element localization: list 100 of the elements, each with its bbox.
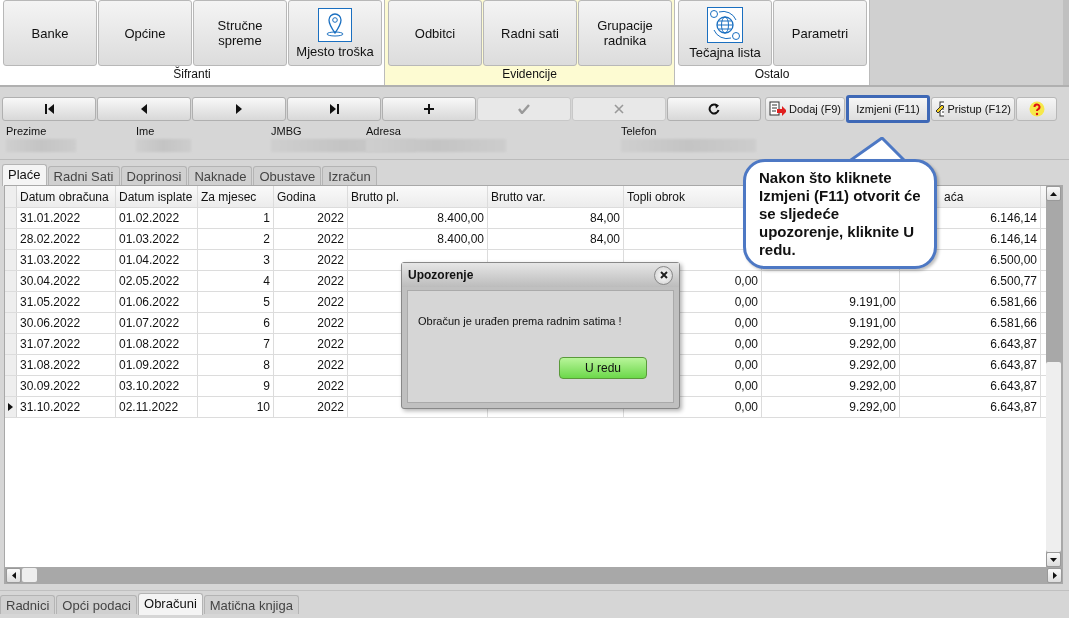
table-cell: 02.05.2022 — [119, 274, 180, 288]
table-cell: 2022 — [317, 295, 344, 309]
table-cell: 9.292,00 — [849, 379, 896, 393]
table-cell: 01.09.2022 — [119, 358, 180, 372]
table-cell: 6.581,66 — [990, 316, 1037, 330]
table-cell: 5 — [263, 295, 270, 309]
table-cell: 6 — [263, 316, 270, 330]
group-label: Ostalo — [753, 66, 791, 81]
action-button[interactable]: Dodaj (F9) — [765, 97, 845, 121]
scroll-thumb[interactable] — [1046, 362, 1061, 552]
tab[interactable]: Matična knjiga — [203, 595, 299, 614]
table-cell: 0,00 — [734, 358, 758, 372]
table-cell: 0,00 — [734, 400, 758, 414]
column-header[interactable]: Brutto var. — [491, 189, 546, 204]
table-cell: 01.04.2022 — [119, 253, 180, 267]
table-cell: 2022 — [317, 232, 344, 246]
field-label: Ime — [136, 125, 156, 137]
first-button[interactable] — [2, 97, 96, 121]
column-header[interactable]: Godina — [277, 189, 316, 204]
table-cell: 6.643,87 — [990, 379, 1037, 393]
table-cell: 6.643,87 — [990, 358, 1037, 372]
table-cell: 84,00 — [589, 232, 620, 246]
field-label: JMBG — [271, 125, 303, 137]
table-cell: 01.03.2022 — [119, 232, 180, 246]
table-cell: 1 — [263, 211, 270, 225]
table-cell: 84,00 — [589, 211, 620, 225]
table-cell: 01.02.2022 — [119, 211, 180, 225]
tab[interactable]: Doprinosi — [120, 166, 188, 185]
scroll-thumb[interactable] — [22, 568, 37, 582]
table-cell: 2022 — [317, 358, 344, 372]
ok-button[interactable]: U redu — [559, 357, 647, 379]
help-button[interactable] — [1016, 97, 1057, 121]
table-cell: 01.07.2022 — [119, 316, 180, 330]
ribbon-button[interactable]: Parametri — [773, 0, 867, 66]
table-cell: 6.500,00 — [990, 253, 1037, 267]
tab[interactable]: Naknade — [188, 166, 253, 185]
ribbon-button[interactable]: Mjesto troška — [288, 0, 382, 66]
scroll-left-icon — [11, 571, 16, 579]
horizontal-scrollbar[interactable] — [5, 567, 1062, 583]
tab[interactable]: Opći podaci — [56, 595, 137, 614]
table-cell: 9.292,00 — [849, 400, 896, 414]
tab[interactable]: Radni Sati — [47, 166, 120, 185]
table-cell: 2022 — [317, 337, 344, 351]
table-cell: 8.400,00 — [437, 211, 484, 225]
table-cell: 8.400,00 — [437, 232, 484, 246]
column-header[interactable]: Za mjesec — [201, 189, 257, 204]
column-header[interactable]: aća — [944, 189, 964, 204]
table-cell: 9.191,00 — [849, 316, 896, 330]
table-cell: 30.09.2022 — [20, 379, 81, 393]
ribbon-button[interactable]: Odbitci — [388, 0, 482, 66]
table-cell: 6.581,66 — [990, 295, 1037, 309]
table-cell: 2022 — [317, 274, 344, 288]
tab[interactable]: Obustave — [253, 166, 322, 185]
scroll-up-icon — [1050, 191, 1057, 196]
tab[interactable]: Radnici — [0, 595, 56, 614]
refresh-icon — [708, 103, 720, 115]
column-header[interactable]: Datum obračuna — [20, 189, 109, 204]
globe-exchange-icon — [707, 6, 743, 43]
column-header[interactable]: Datum isplate — [119, 189, 193, 204]
tab[interactable]: Izračun — [322, 166, 377, 185]
ribbon-button[interactable]: Grupacije radnika — [578, 0, 672, 66]
action-button[interactable]: Izmjeni (F11) — [846, 95, 930, 123]
table-cell: 0,00 — [734, 316, 758, 330]
table-cell: 02.11.2022 — [119, 400, 179, 414]
last-record-icon — [329, 104, 339, 114]
group-label: Šifranti — [172, 66, 212, 81]
current-row-icon — [8, 403, 13, 411]
table-cell: 6.643,87 — [990, 337, 1037, 351]
table-cell: 3 — [263, 253, 270, 267]
table-cell: 9 — [263, 379, 270, 393]
table-cell: 2022 — [317, 211, 344, 225]
last-button[interactable] — [287, 97, 381, 121]
table-cell: 31.01.2022 — [20, 211, 81, 225]
ribbon-button[interactable]: Banke — [3, 0, 97, 66]
table-cell: 6.146,14 — [990, 211, 1037, 225]
table-cell: 30.04.2022 — [20, 274, 81, 288]
table-cell: 2022 — [317, 400, 344, 414]
close-button[interactable] — [654, 265, 673, 285]
table-cell: 31.03.2022 — [20, 253, 81, 267]
refresh-button[interactable] — [667, 97, 761, 121]
table-cell: 6.500,77 — [990, 274, 1037, 288]
table-cell: 0,00 — [734, 274, 758, 288]
document-pen-icon — [935, 101, 945, 117]
table-cell: 4 — [263, 274, 270, 288]
ribbon-button[interactable]: Tečajna lista — [678, 0, 772, 66]
callout-text: Nakon što kliknete Izmjeni (F11) otvorit će se sljedeće upozorenje, kliknite U redu. — [759, 169, 921, 259]
location-pin-icon — [318, 7, 352, 42]
table-cell: 8 — [263, 358, 270, 372]
column-header[interactable]: Topli obrok — [627, 189, 686, 204]
ribbon-button[interactable]: Stručne spreme — [193, 0, 287, 66]
table-cell: 31.05.2022 — [20, 295, 81, 309]
cross-icon — [614, 104, 624, 114]
vertical-scrollbar[interactable] — [1046, 186, 1062, 567]
column-header[interactable]: Brutto pl. — [351, 189, 400, 204]
action-button[interactable]: Pristup (F12) — [931, 97, 1015, 121]
table-cell: 31.08.2022 — [20, 358, 81, 372]
tab[interactable]: Obračuni — [138, 593, 203, 615]
ribbon-button[interactable]: Općine — [98, 0, 192, 66]
ribbon-button[interactable]: Radni sati — [483, 0, 577, 66]
tab[interactable]: Plaće — [2, 164, 47, 186]
